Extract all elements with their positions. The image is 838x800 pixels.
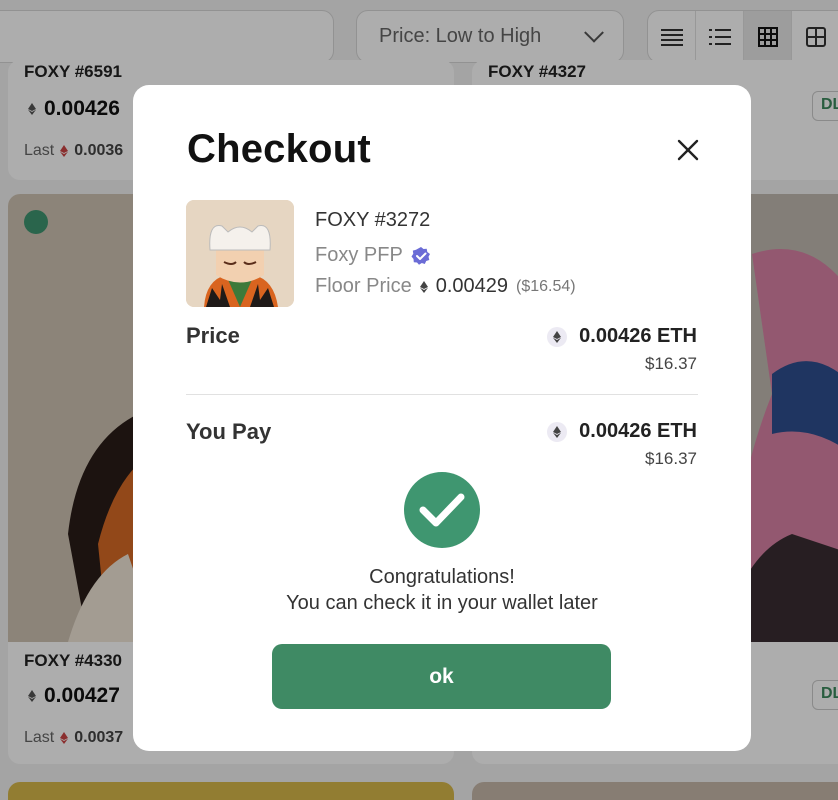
eth-icon xyxy=(547,421,568,442)
price-usd: $16.37 xyxy=(645,354,697,373)
eth-icon xyxy=(419,280,428,293)
checkout-modal: Checkout FOXY #3272 Foxy PFP Floor Price… xyxy=(133,85,751,751)
eth-icon xyxy=(547,326,568,347)
success-message: You can check it in your wallet later xyxy=(286,592,598,614)
collection-label: Foxy PFP xyxy=(315,244,403,266)
close-icon xyxy=(677,139,699,161)
you-pay-eth: 0.00426 ETH xyxy=(547,420,697,443)
modal-title: Checkout xyxy=(187,127,371,171)
ok-button[interactable]: ok xyxy=(272,644,611,709)
floor-value: 0.00429 xyxy=(435,275,508,297)
floor-price: Floor Price 0.00429 ($16.54) xyxy=(315,275,576,298)
price-eth: 0.00426 ETH xyxy=(547,325,697,348)
you-pay-usd: $16.37 xyxy=(645,449,697,468)
you-pay-label: You Pay xyxy=(186,419,272,444)
success-check-icon xyxy=(404,472,480,548)
close-button[interactable] xyxy=(673,135,703,165)
item-name: FOXY #3272 xyxy=(315,209,431,231)
floor-usd: ($16.54) xyxy=(516,277,576,295)
verified-badge-icon xyxy=(411,246,430,265)
price-label: Price xyxy=(186,323,240,348)
floor-label: Floor Price xyxy=(315,275,412,297)
collection-name[interactable]: Foxy PFP xyxy=(315,244,431,267)
fox-thumbnail-artwork xyxy=(186,200,294,307)
nft-thumbnail xyxy=(186,200,294,307)
divider xyxy=(186,394,698,395)
success-title: Congratulations! xyxy=(369,566,515,588)
